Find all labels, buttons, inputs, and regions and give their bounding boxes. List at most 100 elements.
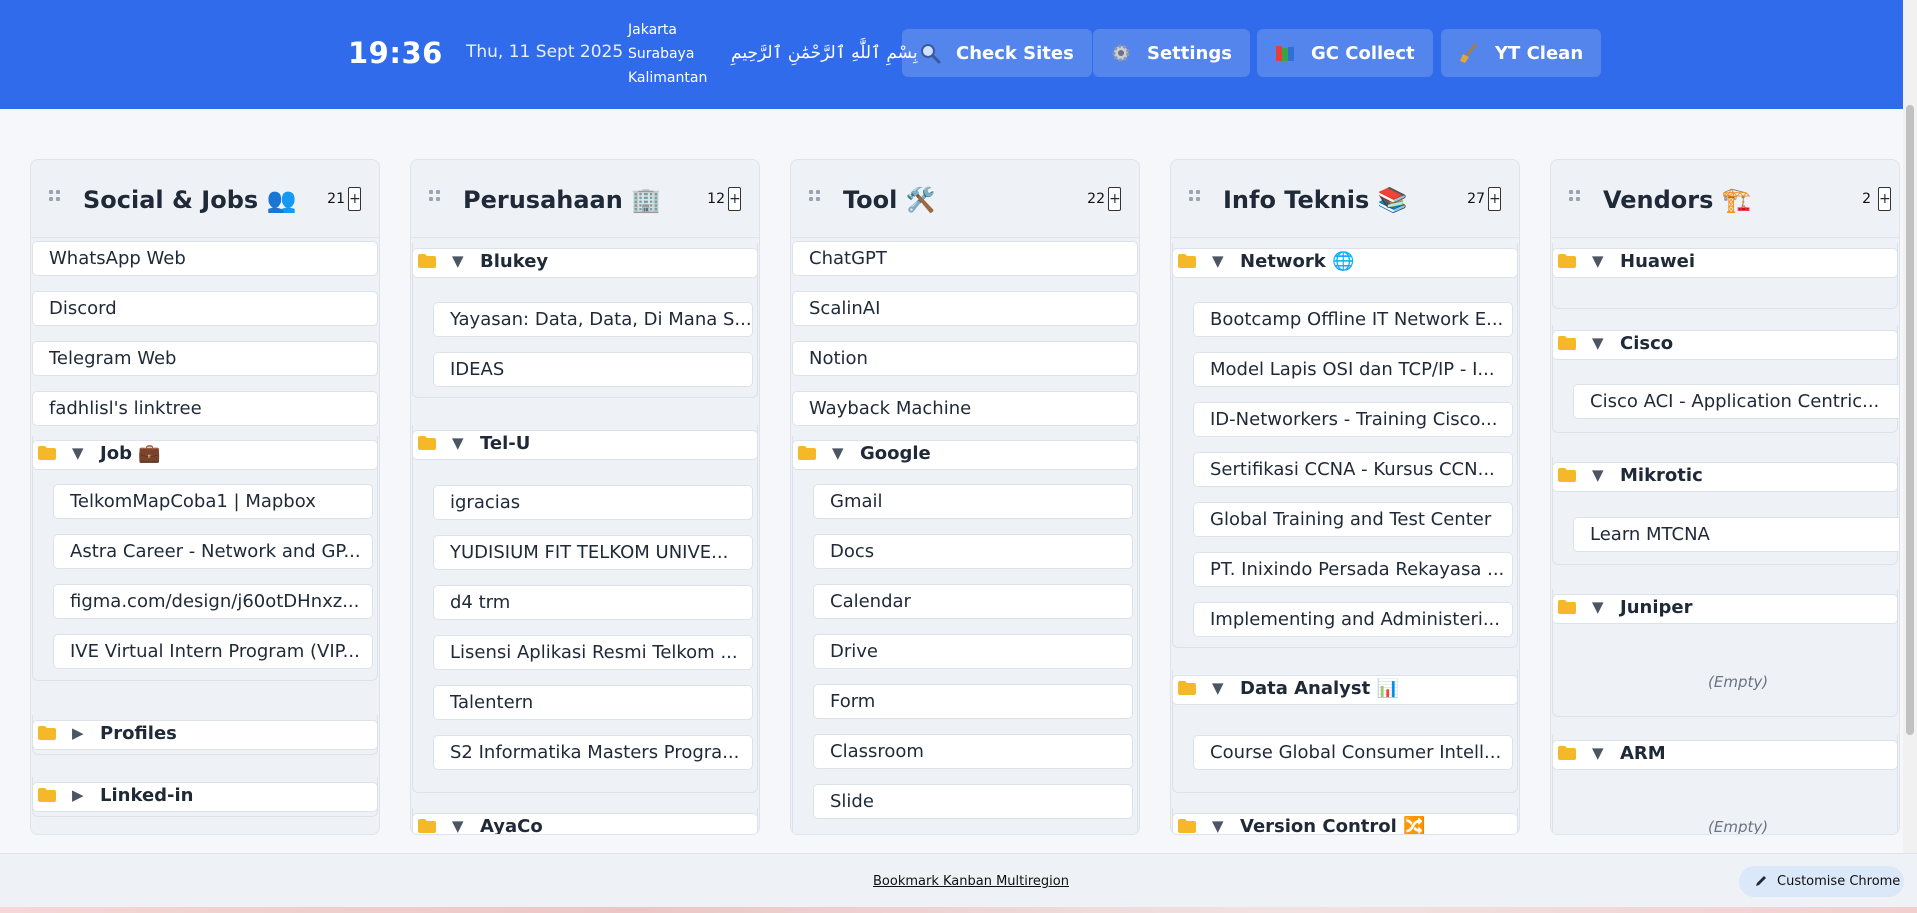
bookmark-item[interactable]: d4 trm [433, 585, 753, 620]
collapse-triangle-icon[interactable]: ▼ [1592, 598, 1604, 616]
collapse-triangle-icon[interactable]: ▼ [1212, 252, 1224, 270]
folder-arm[interactable]: ▼ ARM [1552, 740, 1898, 770]
bookmark-item[interactable]: Astra Career - Network and GP... [53, 534, 373, 569]
customise-chrome-button[interactable]: Customise Chrome [1739, 866, 1904, 897]
bookmark-item[interactable]: Model Lapis OSI dan TCP/IP - I... [1193, 352, 1513, 387]
folder-huawei[interactable]: ▼ Huawei [1552, 248, 1898, 278]
drag-handle-icon[interactable] [1569, 190, 1587, 204]
collapse-triangle-icon[interactable]: ▼ [452, 434, 464, 452]
bookmark-item[interactable]: PT. Inixindo Persada Rekayasa ... [1193, 552, 1513, 587]
footer-link[interactable]: Bookmark Kanban Multiregion [873, 874, 1069, 889]
folder-icon [418, 819, 436, 833]
bookmark-item[interactable]: ScalinAI [792, 291, 1138, 326]
drag-handle-icon[interactable] [809, 190, 827, 204]
bookmark-item[interactable]: WhatsApp Web [32, 241, 378, 276]
folder-tel-u[interactable]: ▼ Tel-U [412, 430, 758, 460]
bookmark-item[interactable]: Classroom [813, 734, 1133, 769]
add-bookmark-button[interactable]: + [728, 187, 741, 211]
bookmark-item[interactable]: igracias [433, 485, 753, 520]
scrollbar-thumb[interactable] [1906, 105, 1914, 735]
folder-label: AyaCo [480, 816, 543, 835]
bookmark-item[interactable]: Implementing and Administeri... [1193, 602, 1513, 637]
bookmark-item[interactable]: Talentern [433, 685, 753, 720]
bookmark-item[interactable]: Calendar [813, 584, 1133, 619]
check-sites-button[interactable]: Check Sites [902, 29, 1092, 77]
collapse-triangle-icon[interactable]: ▼ [452, 817, 464, 834]
drag-handle-icon[interactable] [429, 190, 447, 204]
folder-label: Huawei [1620, 251, 1696, 272]
collapse-triangle-icon[interactable]: ▼ [832, 444, 844, 462]
bookmark-item[interactable]: Sertifikasi CCNA - Kursus CCN... [1193, 452, 1513, 487]
folder-icon [1558, 336, 1576, 350]
bookmark-item[interactable]: IVE Virtual Intern Program (VIP... [53, 634, 373, 669]
collapse-triangle-icon[interactable]: ▼ [1592, 252, 1604, 270]
empty-folder-label: (Empty) [1708, 818, 1769, 835]
collapse-triangle-icon[interactable]: ▼ [72, 444, 84, 462]
bookmark-item[interactable]: Gmail [813, 484, 1133, 519]
add-bookmark-button[interactable]: + [348, 187, 361, 211]
column-social-jobs: Social & Jobs 👥 21 + WhatsApp Web Discor… [30, 159, 380, 835]
bookmark-item[interactable]: IDEAS [433, 352, 753, 387]
folder-ayaco[interactable]: ▼ AyaCo [412, 813, 758, 835]
folder-blukey[interactable]: ▼ Blukey [412, 248, 758, 278]
folder-google[interactable]: ▼ Google [792, 440, 1138, 470]
folder-cisco[interactable]: ▼ Cisco [1552, 330, 1898, 360]
bookmark-item[interactable]: Docs [813, 534, 1133, 569]
gc-collect-button[interactable]: GC Collect [1257, 29, 1433, 77]
bookmark-item[interactable]: Bootcamp Offline IT Network E... [1193, 302, 1513, 337]
bookmark-item[interactable]: Discord [32, 291, 378, 326]
bookmark-item[interactable]: Yayasan: Data, Data, Di Mana S... [433, 302, 753, 337]
folder-data-analyst[interactable]: ▼ Data Analyst 📊 [1172, 675, 1518, 705]
bookmark-item[interactable]: ID-Networkers - Training Cisco... [1193, 402, 1513, 437]
column-count: 21 [327, 191, 345, 207]
bookmark-item[interactable]: YUDISIUM FIT TELKOM UNIVE... [433, 535, 753, 570]
bookmark-item[interactable]: Learn MTCNA [1573, 517, 1899, 552]
folder-juniper[interactable]: ▼ Juniper [1552, 594, 1898, 624]
bookmark-item[interactable]: figma.com/design/j60otDHnxz... [53, 584, 373, 619]
collapse-triangle-icon[interactable]: ▼ [1212, 679, 1224, 697]
bookmark-item[interactable]: Lisensi Aplikasi Resmi Telkom ... [433, 635, 753, 670]
folder-network[interactable]: ▼ Network 🌐 [1172, 248, 1518, 278]
pencil-icon [1755, 873, 1769, 891]
folder-version-control[interactable]: ▼ Version Control 🔀 [1172, 813, 1518, 834]
add-bookmark-button[interactable]: + [1878, 187, 1891, 211]
clock: 19:36 [348, 36, 443, 70]
drag-handle-icon[interactable] [49, 190, 67, 204]
bookmark-item[interactable]: Notion [792, 341, 1138, 376]
bookmark-item[interactable]: fadhlisl's linktree [32, 391, 378, 426]
vertical-scrollbar[interactable] [1903, 0, 1917, 853]
folder-label: Cisco [1620, 333, 1674, 354]
expand-triangle-icon[interactable]: ▶ [72, 724, 84, 742]
column-title: Perusahaan 🏢 [463, 186, 662, 214]
settings-button[interactable]: Settings [1093, 29, 1250, 77]
bookmark-item[interactable]: Drive [813, 634, 1133, 669]
folder-job[interactable]: ▼ Job 💼 [32, 440, 378, 470]
add-bookmark-button[interactable]: + [1108, 187, 1121, 211]
bookmark-item[interactable]: ChatGPT [792, 241, 1138, 276]
footer: Bookmark Kanban Multiregion Customise Ch… [0, 853, 1917, 913]
collapse-triangle-icon[interactable]: ▼ [1592, 334, 1604, 352]
gear-icon [1109, 41, 1133, 65]
bookmark-item[interactable]: Cisco ACI - Application Centric... [1573, 384, 1899, 419]
folder-mikrotic[interactable]: ▼ Mikrotic [1552, 462, 1898, 492]
collapse-triangle-icon[interactable]: ▼ [1592, 744, 1604, 762]
folder-linked-in[interactable]: ▶ Linked-in [32, 782, 378, 812]
column-title: Social & Jobs 👥 [83, 186, 297, 214]
add-bookmark-button[interactable]: + [1488, 187, 1501, 211]
bookmark-item[interactable]: Slide [813, 784, 1133, 819]
collapse-triangle-icon[interactable]: ▼ [1212, 817, 1224, 834]
yt-clean-button[interactable]: YT Clean [1441, 29, 1602, 77]
expand-triangle-icon[interactable]: ▶ [72, 786, 84, 804]
bookmark-item[interactable]: Wayback Machine [792, 391, 1138, 426]
bookmark-item[interactable]: Form [813, 684, 1133, 719]
bookmark-item[interactable]: TelkomMapCoba1 | Mapbox [53, 484, 373, 519]
collapse-triangle-icon[interactable]: ▼ [1592, 466, 1604, 484]
bookmark-item[interactable]: Telegram Web [32, 341, 378, 376]
bookmark-item[interactable]: Course Global Consumer Intell... [1193, 735, 1513, 770]
collapse-triangle-icon[interactable]: ▼ [452, 252, 464, 270]
empty-folder-label: (Empty) [1708, 673, 1769, 691]
drag-handle-icon[interactable] [1189, 190, 1207, 204]
bookmark-item[interactable]: Global Training and Test Center [1193, 502, 1513, 537]
bookmark-item[interactable]: S2 Informatika Masters Progra... [433, 735, 753, 770]
folder-profiles[interactable]: ▶ Profiles [32, 720, 378, 750]
